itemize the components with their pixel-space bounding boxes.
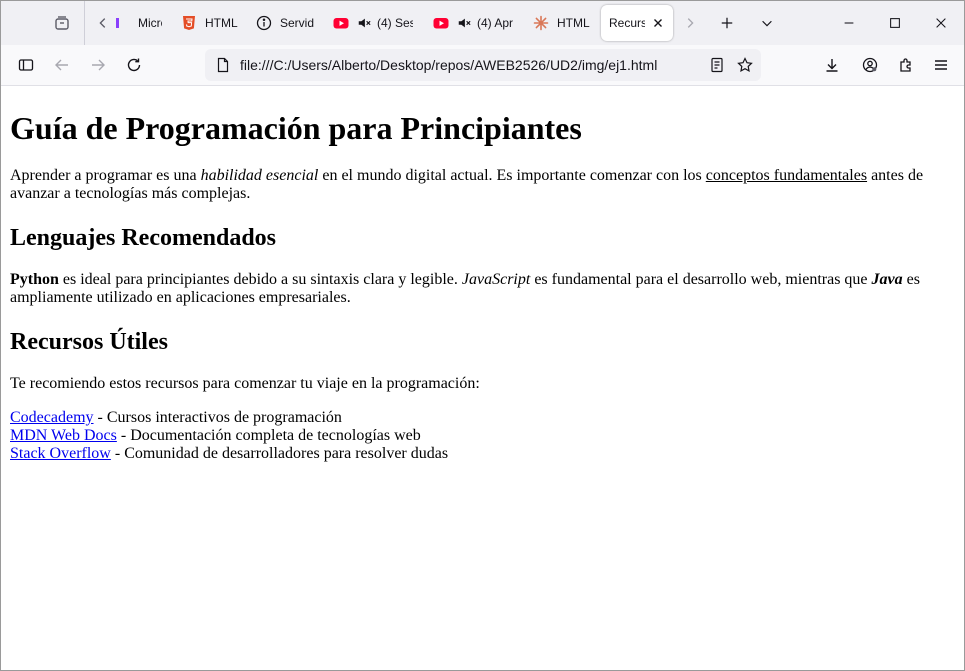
intro-paragraph: Aprender a programar es una habilidad es… [10, 167, 955, 203]
html5-icon [181, 15, 197, 31]
tab-overview-button[interactable] [47, 9, 77, 37]
youtube-icon [433, 15, 449, 31]
tab-label: Micros [138, 16, 162, 30]
intro-text: en el mundo digital actual. Es important… [318, 167, 706, 184]
extensions-button[interactable] [892, 51, 920, 79]
bold-text: Python [10, 271, 59, 288]
page-icon [217, 57, 229, 73]
account-button[interactable] [856, 51, 884, 79]
tab-youtube-aprende[interactable]: (4) Apr [433, 5, 513, 41]
link-description: - Documentación completa de tecnologías … [116, 427, 421, 444]
tab-label: Servid [280, 16, 315, 30]
paragraph-text: es ideal para principiantes debido a su … [58, 271, 462, 288]
tab-youtube-sesion[interactable]: (4) Ses [333, 5, 413, 41]
reader-view-icon [711, 57, 723, 73]
tab-label: HTML [557, 16, 590, 30]
list-all-tabs-button[interactable] [753, 9, 781, 37]
paragraph-text: es fundamental para el desarrollo web, m… [530, 271, 872, 288]
youtube-icon [333, 15, 349, 31]
tab-separator [84, 1, 85, 45]
claude-icon [533, 15, 549, 31]
link-mdn-web-docs[interactable]: MDN Web Docs [10, 427, 117, 444]
minimize-button[interactable] [835, 9, 863, 37]
bold-italic-text: Java [871, 271, 903, 288]
link-description: - Cursos interactivos de programación [93, 409, 342, 426]
chevron-right-icon [687, 18, 694, 28]
link-description: - Comunidad de desarrolladores para reso… [110, 445, 449, 462]
tab-html-claude[interactable]: HTML [533, 5, 593, 41]
section-heading-recursos: Recursos Útiles [10, 329, 168, 355]
link-stack-overflow[interactable]: Stack Overflow [10, 445, 111, 462]
underlined-text: conceptos fundamentales [705, 167, 868, 184]
tab-label: HTML [205, 16, 238, 30]
puzzle-icon [900, 58, 911, 72]
resources-list: Codecademy - Cursos interactivos de prog… [10, 409, 955, 463]
download-icon [826, 59, 838, 72]
account-icon [862, 57, 878, 73]
tab-label: (4) Apr [477, 16, 513, 30]
tab-overview-icon [55, 16, 69, 30]
plus-icon [721, 17, 733, 29]
browser-window: Micros HTML Servid (4) Ses (4) Apr HTML … [0, 0, 965, 671]
downloads-button[interactable] [818, 51, 846, 79]
italic-text: JavaScript [461, 271, 531, 288]
section-heading-lenguajes: Lenguajes Recomendados [10, 225, 277, 251]
page-title: Guía de Programación para Principiantes [10, 110, 582, 146]
page-content: Guía de Programación para Principiantes … [1, 86, 964, 670]
emphasis-text: habilidad esencial [200, 167, 319, 184]
reader-view-button[interactable] [705, 53, 729, 77]
app-menu-button[interactable] [927, 51, 955, 79]
tab-html-1[interactable]: HTML [181, 5, 241, 41]
maximize-icon [890, 18, 900, 28]
navigation-toolbar: file:///C:/Users/Alberto/Desktop/repos/A… [1, 45, 964, 86]
star-icon [737, 57, 753, 73]
arrow-right-icon [92, 59, 105, 71]
tab-strip: Micros HTML Servid (4) Ses (4) Apr HTML … [1, 1, 964, 45]
chevron-left-icon [99, 18, 106, 28]
languages-paragraph: Python es ideal para principiantes debid… [10, 271, 955, 307]
speaker-muted-icon[interactable] [457, 16, 471, 30]
reload-button[interactable] [120, 51, 148, 79]
close-tab-icon[interactable] [651, 16, 665, 30]
intro-text: Aprender a programar es una [10, 167, 201, 184]
tab-recursos-active[interactable]: Recurso [601, 5, 673, 41]
forward-button[interactable] [84, 51, 112, 79]
link-codecademy[interactable]: Codecademy [10, 409, 94, 426]
resources-intro: Te recomiendo estos recursos para comenz… [10, 375, 480, 392]
back-button[interactable] [48, 51, 76, 79]
new-tab-button[interactable] [713, 9, 741, 37]
sidebar-icon [18, 59, 34, 71]
close-window-button[interactable] [927, 9, 955, 37]
maximize-button[interactable] [881, 9, 909, 37]
tab-label: (4) Ses [377, 16, 413, 30]
bookmark-button[interactable] [733, 53, 757, 77]
minimize-icon [844, 22, 854, 24]
hamburger-menu-icon [935, 60, 947, 70]
reload-icon [127, 58, 141, 72]
url-bar[interactable]: file:///C:/Users/Alberto/Desktop/repos/A… [205, 49, 761, 81]
purple-app-icon [114, 15, 130, 31]
tabs-scroll-left-button[interactable] [91, 9, 115, 37]
speaker-muted-icon[interactable] [357, 16, 371, 30]
url-text[interactable]: file:///C:/Users/Alberto/Desktop/repos/A… [240, 49, 657, 81]
tab-label: Recurso [609, 16, 645, 30]
chevron-down-icon [762, 20, 772, 27]
tab-servidor[interactable]: Servid [256, 5, 316, 41]
tab-micros[interactable]: Micros [114, 5, 162, 41]
tabs-scroll-right-button[interactable] [678, 9, 702, 37]
arrow-left-icon [55, 59, 68, 71]
close-icon [936, 18, 946, 28]
info-circle-icon [256, 15, 272, 31]
sidebar-toggle-button[interactable] [12, 51, 40, 79]
